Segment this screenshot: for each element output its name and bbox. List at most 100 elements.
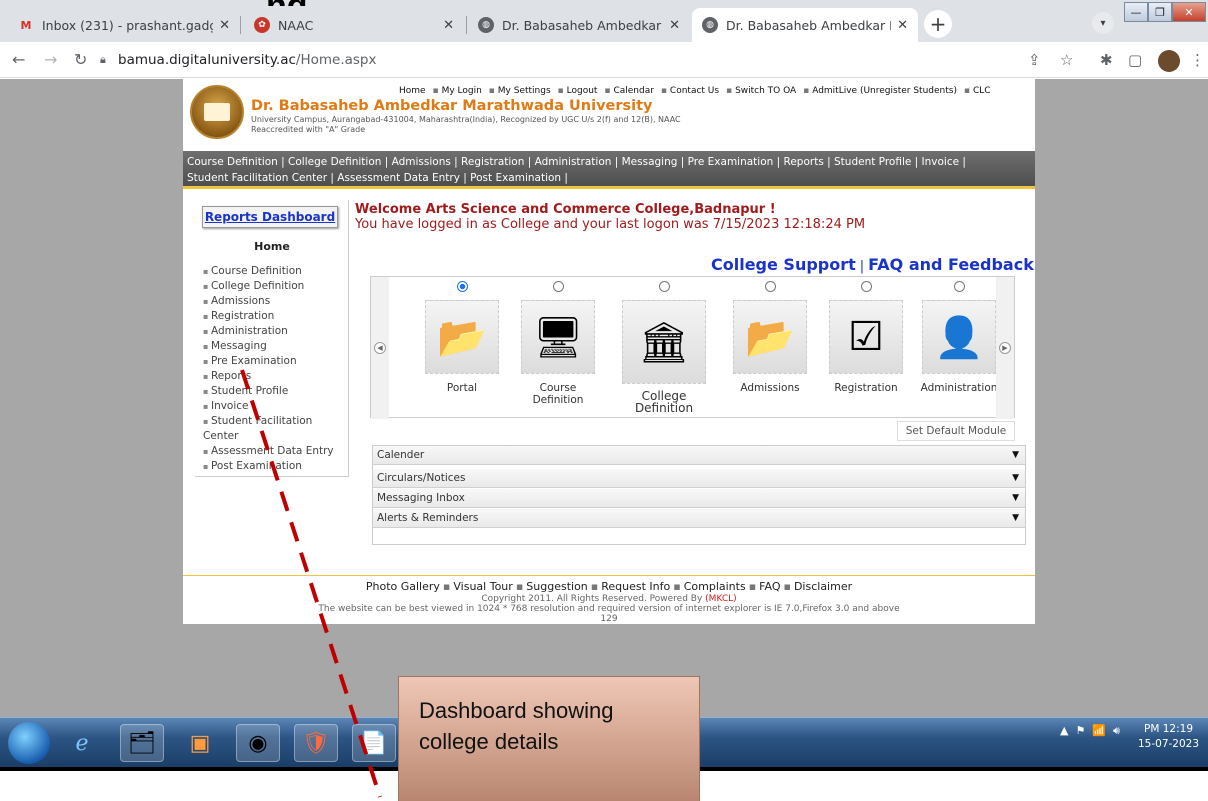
module-registration[interactable]: ☑ Registration [823,281,909,417]
tab-search-icon[interactable]: ▾ [1092,12,1114,34]
module-radio[interactable] [764,281,776,292]
admissions-folder-icon[interactable]: 📂 [733,300,807,374]
footer-link-disclaimer[interactable]: Disclaimer [794,580,852,593]
footer-link-suggestion[interactable]: Suggestion [526,580,588,593]
side-panel-icon[interactable]: ▢ [1128,51,1142,69]
sidebar-item-reports[interactable]: Reports [199,369,349,384]
module-radio[interactable] [860,281,872,292]
module-label: Admissions [740,382,800,394]
module-radio[interactable] [953,281,965,292]
reports-dashboard-button[interactable]: Reports Dashboard [202,206,338,228]
main-menu-bar[interactable]: Course Definition | College Definition |… [183,151,1035,189]
sidebar-item-invoice[interactable]: Invoice [199,399,349,414]
volume-icon[interactable]: 🔊︎ [1113,724,1120,737]
toplink-my-login[interactable]: My Login [442,86,482,96]
brave-icon[interactable]: 🛡 [294,724,338,762]
module-college-definition[interactable]: 🏛 College Definition [615,281,713,417]
sidebar-item-college-definition[interactable]: College Definition [199,279,349,294]
more-menu-icon[interactable]: ⋮ [1190,51,1205,69]
module-radio[interactable] [658,281,670,292]
close-tab-icon[interactable]: ✕ [669,18,680,33]
college-building-icon[interactable]: 🏛 [622,300,706,384]
toplink-calendar[interactable]: Calendar [613,86,653,96]
checklist-icon[interactable]: ☑ [829,300,903,374]
toplink-my-settings[interactable]: My Settings [498,86,551,96]
accordion-messaging-inbox[interactable]: Messaging Inbox ▼ [373,489,1025,508]
extensions-puzzle-icon[interactable]: ✱ [1100,51,1113,69]
toplink-logout[interactable]: Logout [567,86,598,96]
bookmark-star-icon[interactable]: ☆ [1060,51,1073,69]
tab-gmail-inbox[interactable]: M Inbox (231) - prashant.gadge10@ ✕ [8,8,240,42]
footer-link-photo-gallery[interactable]: Photo Gallery [366,580,440,593]
action-center-flag-icon[interactable]: ⚑ [1075,724,1085,737]
module-radio[interactable] [456,281,468,292]
module-portal[interactable]: 📂 Portal [419,281,505,417]
sidebar-item-student-profile[interactable]: Student Profile [199,384,349,399]
footer-link-visual-tour[interactable]: Visual Tour [453,580,512,593]
toplink-contact-us[interactable]: Contact Us [670,86,719,96]
close-tab-icon[interactable]: ✕ [219,18,230,33]
module-administration[interactable]: 👤 Administration [919,281,999,417]
tab-naac[interactable]: ✿ NAAC ✕ [244,8,464,42]
maximize-button[interactable]: ❐ [1148,2,1172,22]
start-button[interactable] [8,722,50,764]
university-logo[interactable] [190,85,244,139]
sidebar-item-messaging[interactable]: Messaging [199,339,349,354]
admin-user-icon[interactable]: 👤 [922,300,996,374]
footer-link-request-info[interactable]: Request Info [601,580,670,593]
accordion-circulars[interactable]: Circulars/Notices ▼ [373,469,1025,488]
lock-icon[interactable]: 🔒︎ [100,53,106,67]
accordion-alerts[interactable]: Alerts & Reminders ▼ [373,509,1025,528]
file-explorer-icon[interactable]: 🗂 [120,724,164,762]
address-bar[interactable]: bamua.digitaluniversity.ac/Home.aspx [118,52,376,68]
carousel-next-button[interactable]: ▶ [996,277,1014,419]
sidebar-item-admissions[interactable]: Admissions [199,294,349,309]
footer-link-faq[interactable]: FAQ [759,580,780,593]
profile-avatar[interactable] [1158,50,1180,72]
sidebar-item-course-definition[interactable]: Course Definition [199,264,349,279]
tab-bamu-1[interactable]: ◍ Dr. Babasaheb Ambedkar Marath ✕ [468,8,690,42]
menu-line-1[interactable]: Course Definition | College Definition |… [187,154,1031,170]
module-course-definition[interactable]: 🖥 Course Definition [515,281,601,417]
internet-explorer-icon[interactable]: ℯ [60,724,104,762]
word-icon[interactable]: 📄 [352,724,396,762]
sidebar-item-post-examination[interactable]: Post Examination [199,459,349,474]
faq-feedback-link[interactable]: FAQ and Feedback [868,255,1034,274]
computer-icon[interactable]: 🖥 [521,300,595,374]
toplink-admitlive[interactable]: AdmitLive (Unregister Students) [812,86,957,96]
show-hidden-icons-icon[interactable]: ▲ [1060,724,1068,737]
media-player-icon[interactable]: ▣ [178,724,222,762]
toplink-home[interactable]: Home [399,86,426,96]
menu-line-2[interactable]: Student Facilitation Center | Assessment… [187,170,1031,186]
toplink-switch-to-oa[interactable]: Switch TO OA [735,86,796,96]
back-icon[interactable]: ← [12,50,25,69]
sidebar-item-registration[interactable]: Registration [199,309,349,324]
toplink-clc[interactable]: CLC [973,86,991,96]
new-tab-button[interactable]: + [924,10,952,38]
module-radio[interactable] [552,281,564,292]
mkcl-link[interactable]: (MKCL) [705,594,737,604]
share-icon[interactable]: ⇪ [1028,51,1041,69]
forward-icon[interactable]: → [44,50,57,69]
close-window-button[interactable]: ✕ [1172,2,1206,22]
reload-icon[interactable]: ↻ [74,50,87,69]
close-tab-icon[interactable]: ✕ [443,18,454,33]
sidebar-item-student-facilitation-center[interactable]: Student Facilitation Center [199,414,349,444]
chrome-icon[interactable]: ◉ [236,724,280,762]
sidebar-item-pre-examination[interactable]: Pre Examination [199,354,349,369]
college-support-link[interactable]: College Support [711,255,856,274]
sidebar-home-heading[interactable]: Home [195,240,349,253]
network-signal-icon[interactable]: 📶 [1092,724,1106,737]
sidebar-item-assessment-data-entry[interactable]: Assessment Data Entry [199,444,349,459]
carousel-prev-button[interactable]: ◀ [371,277,389,419]
sidebar-item-administration[interactable]: Administration [199,324,349,339]
footer-link-complaints[interactable]: Complaints [684,580,746,593]
module-admissions[interactable]: 📂 Admissions [727,281,813,417]
set-default-module-button[interactable]: Set Default Module [897,421,1015,441]
portal-folder-icon[interactable]: 📂 [425,300,499,374]
minimize-button[interactable]: — [1124,2,1148,22]
taskbar-clock[interactable]: PM 12:19 15-07-2023 [1138,722,1199,752]
accordion-calender[interactable]: Calender ▼ [373,446,1025,465]
close-tab-icon[interactable]: ✕ [897,18,908,33]
tab-bamu-active[interactable]: ◍ Dr. Babasaheb Ambedkar Marath ✕ [692,8,918,42]
